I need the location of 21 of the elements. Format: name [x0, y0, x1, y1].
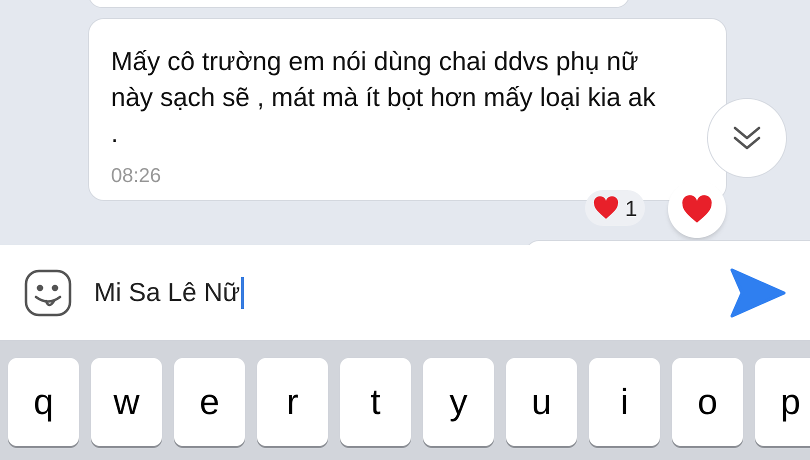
keyboard-key[interactable]: e [174, 358, 245, 446]
keyboard-key[interactable]: w [91, 358, 162, 446]
heart-icon [593, 196, 619, 220]
keyboard-key[interactable]: q [8, 358, 79, 446]
keyboard-key[interactable]: y [423, 358, 494, 446]
keyboard-key[interactable]: i [589, 358, 660, 446]
keyboard-key[interactable]: r [257, 358, 328, 446]
heart-icon [681, 194, 713, 224]
send-icon[interactable] [730, 268, 786, 318]
double-chevron-icon [732, 124, 762, 152]
message-time: 08:26 [111, 164, 162, 189]
sticker-icon[interactable] [24, 268, 72, 316]
keyboard-key[interactable]: o [672, 358, 743, 446]
keyboard-key[interactable]: u [506, 358, 577, 446]
message-field[interactable]: Mi Sa Lê Nữ [94, 273, 708, 312]
keyboard-key[interactable]: p [755, 358, 810, 446]
reaction-pill[interactable]: 1 [585, 190, 646, 226]
message-text: Mấy cô trường em nói dùng chai ddvs phụ nữ này sạch sẽ , mát mà ít bọt hơn mấy loại kia ak . [111, 45, 656, 150]
reaction-count: 1 [625, 194, 638, 222]
keyboard-key[interactable]: t [340, 358, 411, 446]
react-button[interactable] [668, 180, 726, 238]
